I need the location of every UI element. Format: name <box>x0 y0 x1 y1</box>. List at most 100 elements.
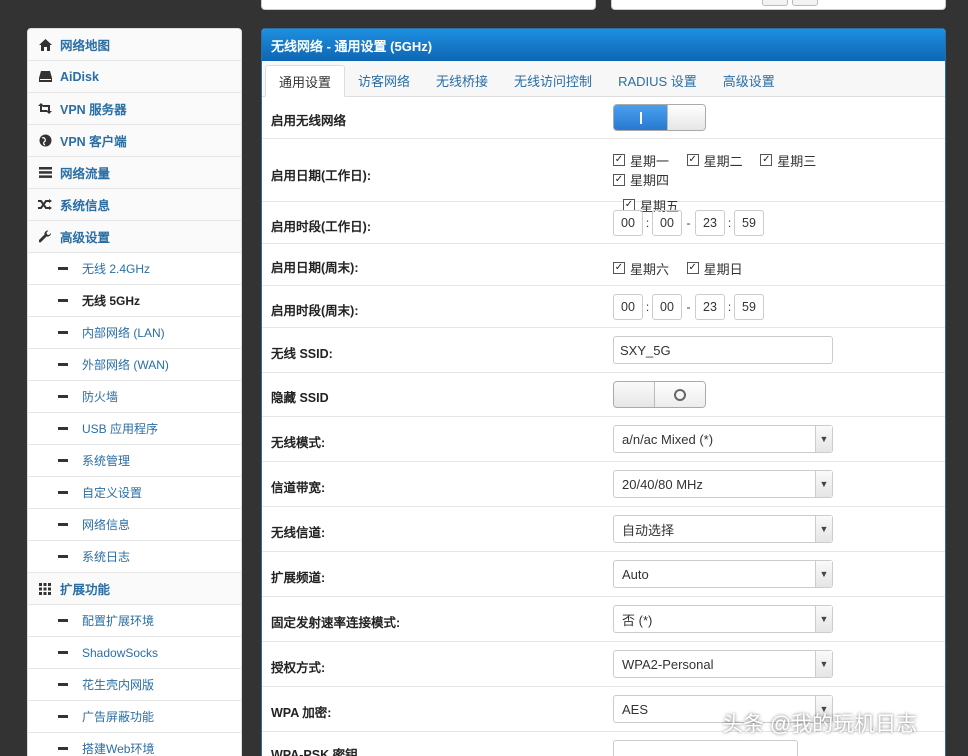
chevron-down-icon: ▼ <box>815 561 832 587</box>
tab-access-control[interactable]: 无线访问控制 <box>501 64 605 96</box>
chevron-down-icon: ▼ <box>815 471 832 497</box>
sidebar-item-advanced[interactable]: 高级设置 <box>28 221 241 253</box>
sidebar-subitem-web[interactable]: 搭建Web环境 <box>28 733 241 756</box>
weekend-end-hour-input[interactable]: 23 <box>695 294 725 320</box>
weekend-end-minute-input[interactable]: 59 <box>734 294 764 320</box>
sidebar-item-label: 网络流量 <box>60 167 111 181</box>
channel-label: 无线信道: <box>271 526 326 540</box>
sidebar-subitem-label: 防火墙 <box>82 390 119 404</box>
checkbox-label: 星期二 <box>703 153 743 169</box>
ext-channel-select[interactable]: Auto ▼ <box>613 560 833 588</box>
bandwidth-select[interactable]: 20/40/80 MHz ▼ <box>613 470 833 498</box>
sidebar-item-label: 系统信息 <box>60 199 111 213</box>
sidebar-item-traffic[interactable]: 网络流量 <box>28 157 241 189</box>
chevron-down-icon: ▼ <box>815 516 832 542</box>
sidebar-subitem-admin[interactable]: 系统管理 <box>28 445 241 477</box>
sidebar-subitem-wifi5[interactable]: 无线 5GHz <box>28 285 241 317</box>
sidebar-item-aidisk[interactable]: AiDisk <box>28 61 241 93</box>
ssid-label: 无线 SSID: <box>271 347 333 361</box>
checkbox-sunday[interactable]: ✓ 星期日 <box>686 259 743 278</box>
wpa-enc-label: WPA 加密: <box>271 706 332 720</box>
weekday-end-hour-input[interactable]: 23 <box>695 210 725 236</box>
row-bandwidth: 信道带宽: 20/40/80 MHz ▼ <box>262 462 945 507</box>
sidebar-subitem-wan[interactable]: 外部网络 (WAN) <box>28 349 241 381</box>
dash-icon <box>58 715 68 718</box>
sidebar-nav: 网络地图 AiDisk VPN 服务器 VPN 客户端 网络流量 系统信息 高级… <box>27 28 242 756</box>
sidebar-subitem-label: 无线 2.4GHz <box>82 262 151 276</box>
time-colon: : <box>645 300 650 314</box>
sidebar-subitem-wifi24[interactable]: 无线 2.4GHz <box>28 253 241 285</box>
row-weekday-time: 启用时段(工作日): 00 : 00 - 23 : 59 <box>262 202 945 244</box>
sidebar-subitem-label: 外部网络 (WAN) <box>82 358 169 372</box>
row-mode: 无线模式: a/n/ac Mixed (*) ▼ <box>262 417 945 462</box>
sidebar-subitem-adblock[interactable]: 广告屏蔽功能 <box>28 701 241 733</box>
mode-select[interactable]: a/n/ac Mixed (*) ▼ <box>613 425 833 453</box>
auth-select[interactable]: WPA2-Personal ▼ <box>613 650 833 678</box>
dash-icon <box>58 651 68 654</box>
weekend-time-range: 00 : 00 - 23 : 59 <box>613 294 764 320</box>
ssid-input[interactable]: SXY_5G <box>613 336 833 364</box>
weekday-end-minute-input[interactable]: 59 <box>734 210 764 236</box>
tab-general[interactable]: 通用设置 <box>265 65 346 97</box>
sidebar-subitem-lan[interactable]: 内部网络 (LAN) <box>28 317 241 349</box>
home-icon <box>38 38 52 52</box>
chevron-down-icon: ▼ <box>815 426 832 452</box>
tab-radius[interactable]: RADIUS 设置 <box>605 64 710 96</box>
weekday-start-minute-input[interactable]: 00 <box>652 210 682 236</box>
channel-select[interactable]: 自动选择 ▼ <box>613 515 833 543</box>
sidebar-subitem-ext-env[interactable]: 配置扩展环境 <box>28 605 241 637</box>
checkbox-monday[interactable]: ✓ 星期一 <box>613 151 669 170</box>
wpa-psk-label: WPA-PSK 密钥 <box>271 748 358 756</box>
checkbox-label: 星期四 <box>630 173 670 188</box>
time-colon: : <box>727 300 732 314</box>
sidebar-subitem-syslog[interactable]: 系统日志 <box>28 541 241 573</box>
checkbox-wednesday[interactable]: ✓ 星期三 <box>760 151 816 170</box>
checkbox-tuesday[interactable]: ✓ 星期二 <box>686 151 743 170</box>
tab-guest[interactable]: 访客网络 <box>345 64 423 96</box>
dash-icon <box>58 363 68 366</box>
tab-bridge[interactable]: 无线桥接 <box>423 64 501 96</box>
weekday-dates-label: 启用日期(工作日): <box>271 169 371 183</box>
shuffle-icon <box>38 198 52 212</box>
time-dash: - <box>686 216 691 230</box>
top-stub-button-b[interactable] <box>792 0 818 6</box>
sidebar-item-vpn-server[interactable]: VPN 服务器 <box>28 93 241 125</box>
wireless-settings-panel: 无线网络 - 通用设置 (5GHz) 通用设置 访客网络 无线桥接 无线访问控制… <box>261 28 946 756</box>
auth-label: 授权方式: <box>271 661 326 675</box>
sidebar-subitem-netinfo[interactable]: 网络信息 <box>28 509 241 541</box>
sidebar-item-label: VPN 服务器 <box>60 103 127 117</box>
sidebar-subitem-oray[interactable]: 花生壳内网版 <box>28 669 241 701</box>
weekday-time-label: 启用时段(工作日): <box>271 220 371 234</box>
toggle-knob <box>667 105 705 130</box>
toggle-knob <box>654 382 705 407</box>
select-value: WPA2-Personal <box>622 656 714 672</box>
dash-icon <box>58 395 68 398</box>
wpa-psk-input[interactable] <box>613 740 798 756</box>
sidebar-subitem-label: 花生壳内网版 <box>82 678 155 692</box>
row-ext-channel: 扩展频道: Auto ▼ <box>262 552 945 597</box>
tab-advanced[interactable]: 高级设置 <box>710 64 788 96</box>
row-channel: 无线信道: 自动选择 ▼ <box>262 507 945 552</box>
checkbox-saturday[interactable]: ✓ 星期六 <box>613 259 669 278</box>
weekday-start-hour-input[interactable]: 00 <box>613 210 643 236</box>
sidebar-item-sysinfo[interactable]: 系统信息 <box>28 189 241 221</box>
sidebar-item-extensions[interactable]: 扩展功能 <box>28 573 241 605</box>
checkbox-thursday[interactable]: ✓ 星期四 <box>613 170 669 189</box>
sidebar-item-network-map[interactable]: 网络地图 <box>28 29 241 61</box>
sidebar-subitem-shadowsocks[interactable]: ShadowSocks <box>28 637 241 669</box>
fixed-rate-select[interactable]: 否 (*) ▼ <box>613 605 833 633</box>
enable-wireless-label: 启用无线网络 <box>271 114 347 128</box>
checkbox-label: 星期日 <box>703 261 743 277</box>
hide-ssid-label: 隐藏 SSID <box>271 391 329 405</box>
weekend-start-minute-input[interactable]: 00 <box>652 294 682 320</box>
weekend-start-hour-input[interactable]: 00 <box>613 294 643 320</box>
ext-channel-label: 扩展频道: <box>271 571 326 585</box>
sidebar-subitem-custom[interactable]: 自定义设置 <box>28 477 241 509</box>
sidebar-subitem-firewall[interactable]: 防火墙 <box>28 381 241 413</box>
sidebar-item-vpn-client[interactable]: VPN 客户端 <box>28 125 241 157</box>
top-stub-button-a[interactable] <box>762 0 788 6</box>
enable-wireless-toggle[interactable] <box>613 104 706 131</box>
sidebar-subitem-usb[interactable]: USB 应用程序 <box>28 413 241 445</box>
sidebar-subitem-label: 自定义设置 <box>82 486 143 500</box>
hide-ssid-toggle[interactable] <box>613 381 706 408</box>
